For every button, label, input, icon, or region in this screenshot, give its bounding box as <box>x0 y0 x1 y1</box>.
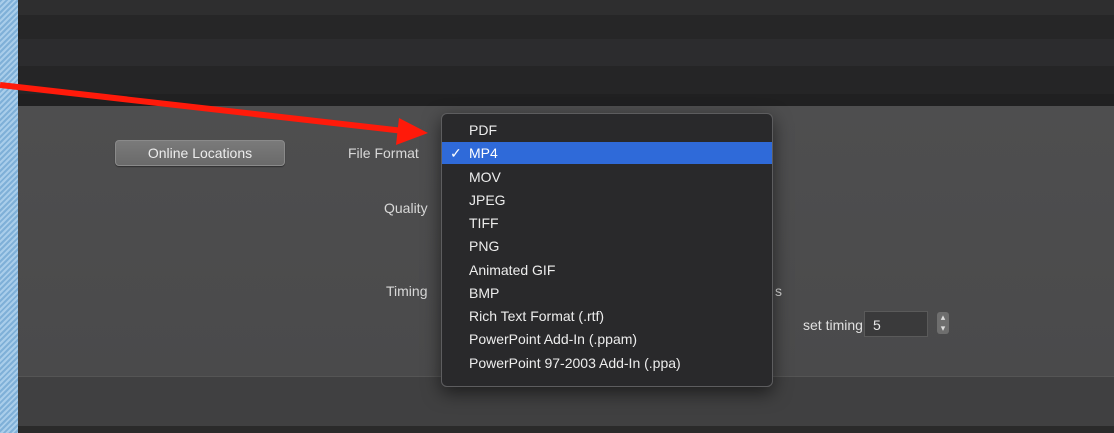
annotation-arrow-icon <box>0 82 428 145</box>
arrow-shaft <box>0 82 405 134</box>
arrow-head <box>396 118 428 145</box>
